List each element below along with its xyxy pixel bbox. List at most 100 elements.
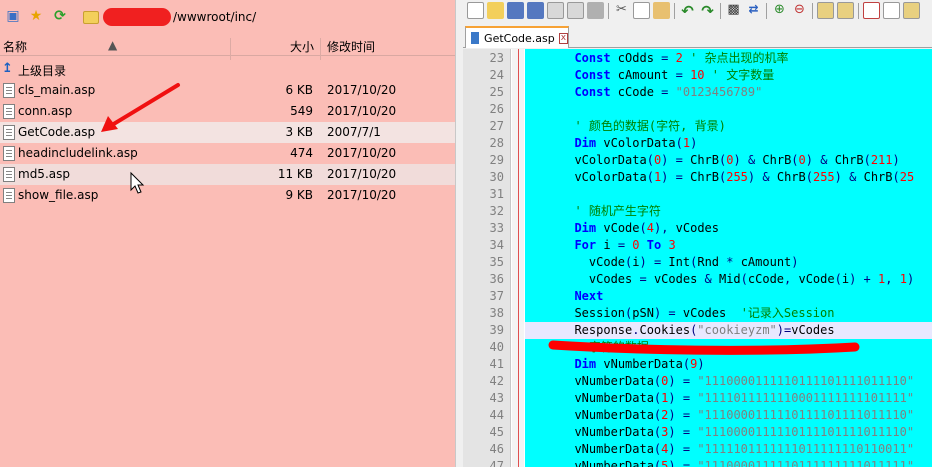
pane-splitter[interactable] [455,0,463,467]
line-number: 46 [489,442,504,456]
open-folder-icon[interactable] [487,2,504,19]
zoom-in-icon[interactable]: ⊕ [771,2,788,19]
copy-icon[interactable] [633,2,650,19]
show-symbols-icon[interactable] [883,2,900,19]
tab-bar: GetCode.asp x [463,22,932,48]
tab-close-icon[interactable]: x [558,32,568,44]
line-number: 23 [489,51,504,65]
code-text: Const cOdds = 2 ' 杂点出现的机率 [574,51,789,65]
column-modified-header[interactable]: 修改时间 [327,38,375,55]
code-text: vColorData(1) = ChrB(255) & ChrB(255) & … [560,170,915,184]
refresh-icon[interactable]: ⟳ [51,7,69,25]
parent-directory-row[interactable]: ↥ 上级目录 [0,59,455,80]
file-row-selected[interactable]: GetCode.asp 3 KB 2007/7/1 [0,122,455,143]
code-line[interactable]: 25 Const cCode = "0123456789" [463,84,932,101]
tab-getcode[interactable]: GetCode.asp x [465,26,569,48]
code-line[interactable]: 40 ' 字符的数据 [463,339,932,356]
file-icon [3,83,15,98]
code-text: Dim vCode(4), vCodes [574,221,719,235]
code-line[interactable]: 41 Dim vNumberData(9) [463,356,932,373]
path-field[interactable]: /wwwroot/inc/ [80,6,453,28]
line-number: 40 [489,340,504,354]
file-date: 2017/10/20 [327,167,397,181]
line-number: 41 [489,357,504,371]
code-text: vNumberData(2) = "1110000111110111101111… [560,408,915,422]
save-all-icon[interactable] [527,2,544,19]
code-line[interactable]: 34 For i = 0 To 3 [463,237,932,254]
file-name: conn.asp [18,104,73,118]
code-line[interactable]: 29 vColorData(0) = ChrB(0) & ChrB(0) & C… [463,152,932,169]
indent-guide-icon[interactable] [903,2,920,19]
code-line[interactable]: 43 vNumberData(1) = "1111011111110001111… [463,390,932,407]
new-file-icon[interactable] [467,2,484,19]
print-icon[interactable] [587,2,604,19]
code-line[interactable]: 38 Session(pSN) = vCodes '记录入Session [463,305,932,322]
file-row[interactable]: show_file.asp 9 KB 2017/10/20 [0,185,455,206]
code-line[interactable]: 26 [463,101,932,118]
code-text: Next [574,289,604,303]
code-line[interactable]: 42 vNumberData(0) = "1110000111110111101… [463,373,932,390]
close-file-icon[interactable] [547,2,564,19]
file-icon [3,104,15,119]
computer-icon[interactable]: ▣ [4,7,22,25]
line-number: 32 [489,204,504,218]
file-date: 2007/7/1 [327,125,381,139]
code-line[interactable]: 36 vCodes = vCodes & Mid(cCode, vCode(i)… [463,271,932,288]
code-line[interactable]: 37 Next [463,288,932,305]
zoom-out-icon[interactable]: ⊖ [791,2,808,19]
file-name: headincludelink.asp [18,146,138,160]
code-line[interactable]: 30 vColorData(1) = ChrB(255) & ChrB(255)… [463,169,932,186]
file-row-hover[interactable]: md5.asp 11 KB 2017/10/20 [0,164,455,185]
line-number: 27 [489,119,504,133]
code-line[interactable]: 47 vNumberData(5) = "1110000111110111111… [463,458,932,467]
undo-icon[interactable]: ↶ [679,2,696,20]
code-line[interactable]: 24 Const cAmount = 10 ' 文字数量 [463,67,932,84]
code-line[interactable]: 23 Const cOdds = 2 ' 杂点出现的机率 [463,50,932,67]
code-text: vNumberData(5) = "1110000111110111111111… [560,459,915,467]
code-line[interactable]: 32 ' 随机产生字符 [463,203,932,220]
code-line[interactable]: 28 Dim vColorData(1) [463,135,932,152]
line-number: 43 [489,391,504,405]
find-icon[interactable]: ▩ [725,2,742,19]
column-name-header[interactable]: 名称 [3,38,27,55]
file-icon [3,146,15,161]
line-number: 47 [489,459,504,467]
file-name: cls_main.asp [18,83,96,97]
column-separator[interactable] [230,38,231,60]
code-line[interactable]: 46 vNumberData(4) = "1111101111111011111… [463,441,932,458]
file-size: 549 [290,104,313,118]
code-line-current[interactable]: 39 Response.Cookies("cookieyzm")=vCodes [463,322,932,339]
file-date: 2017/10/20 [327,104,397,118]
replace-icon[interactable]: ⇄ [745,2,762,19]
code-text: Dim vColorData(1) [574,136,698,150]
file-row[interactable]: headincludelink.asp 474 2017/10/20 [0,143,455,164]
star-icon[interactable]: ★ [27,7,45,25]
code-line[interactable]: 33 Dim vCode(4), vCodes [463,220,932,237]
code-text: vCode(i) = Int(Rnd * cAmount) [560,255,799,269]
column-size-header[interactable]: 大小 [290,38,314,55]
save-icon[interactable] [507,2,524,19]
sync-scroll-icon[interactable] [817,2,834,19]
code-view[interactable]: 23 Const cOdds = 2 ' 杂点出现的机率 24 Const cAm… [463,49,932,467]
column-separator[interactable] [320,38,321,60]
word-wrap-icon[interactable] [863,2,880,19]
line-number: 30 [489,170,504,184]
cut-icon[interactable]: ✂ [613,2,630,19]
sync-horizontal-icon[interactable] [837,2,854,19]
close-all-icon[interactable] [567,2,584,19]
line-number: 36 [489,272,504,286]
code-line[interactable]: 45 vNumberData(3) = "1110000111110111101… [463,424,932,441]
redo-icon[interactable]: ↷ [699,2,716,20]
paste-icon[interactable] [653,2,670,19]
line-number: 28 [489,136,504,150]
file-row[interactable]: conn.asp 549 2017/10/20 [0,101,455,122]
code-text: Const cAmount = 10 ' 文字数量 [574,68,775,82]
code-line[interactable]: 31 [463,186,932,203]
file-row[interactable]: cls_main.asp 6 KB 2017/10/20 [0,80,455,101]
code-line[interactable]: 27 ' 颜色的数据(字符, 背景) [463,118,932,135]
line-number: 38 [489,306,504,320]
editor-toolbar: ✂ ↶ ↷ ▩ ⇄ ⊕ ⊖ [463,0,932,22]
code-line[interactable]: 35 vCode(i) = Int(Rnd * cAmount) [463,254,932,271]
file-name: show_file.asp [18,188,99,202]
code-line[interactable]: 44 vNumberData(2) = "1110000111110111101… [463,407,932,424]
